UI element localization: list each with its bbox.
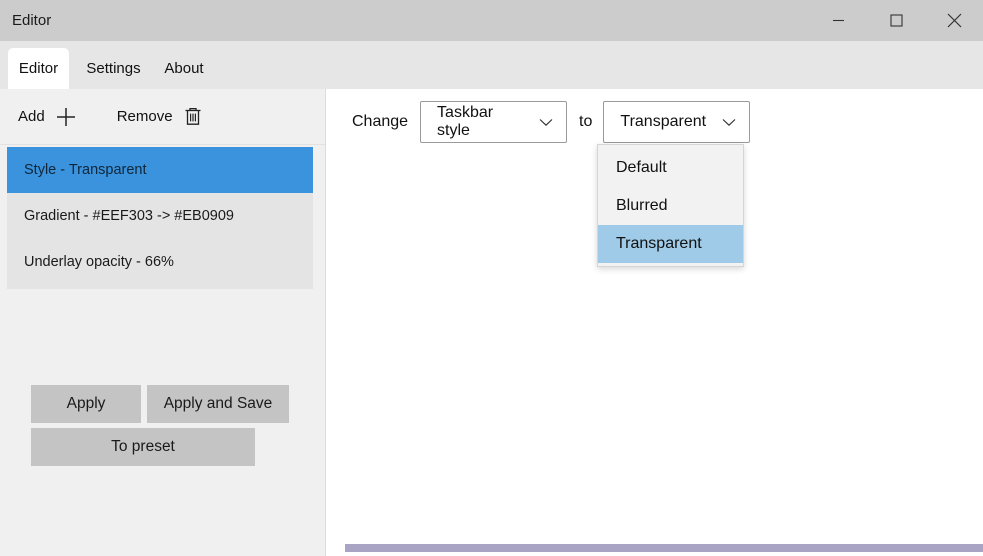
dropdown-option-blurred[interactable]: Blurred <box>598 187 743 225</box>
list-item[interactable]: Underlay opacity - 66% <box>7 239 313 285</box>
tab-settings[interactable]: Settings <box>77 48 150 89</box>
apply-and-save-button[interactable]: Apply and Save <box>147 385 289 423</box>
dropdown-option-label: Blurred <box>616 197 668 215</box>
main-content: Change Taskbar style to Transparent Defa… <box>327 89 983 556</box>
chevron-down-icon <box>539 118 553 127</box>
apply-button[interactable]: Apply <box>31 385 141 423</box>
style-list: Style - Transparent Gradient - #EEF303 -… <box>7 147 313 289</box>
maximize-icon <box>890 14 903 27</box>
tab-settings-label: Settings <box>86 60 140 77</box>
change-label: Change <box>352 113 408 131</box>
close-icon <box>947 13 962 28</box>
remove-button-label: Remove <box>117 108 173 125</box>
horizontal-scrollbar[interactable] <box>345 541 983 553</box>
dropdown-option-label: Default <box>616 159 667 177</box>
plus-icon <box>55 106 77 128</box>
to-label: to <box>579 113 592 131</box>
taskbar-style-combobox[interactable]: Taskbar style <box>420 101 567 143</box>
tab-editor[interactable]: Editor <box>8 48 69 89</box>
list-item-label: Underlay opacity - 66% <box>24 254 174 270</box>
minimize-button[interactable] <box>809 0 867 41</box>
editor-window: Editor Editor Settings <box>0 0 983 556</box>
change-rule-row: Change Taskbar style to Transparent <box>352 101 750 143</box>
tab-about-label: About <box>164 60 203 77</box>
list-item[interactable]: Gradient - #EEF303 -> #EB0909 <box>7 193 313 239</box>
remove-button[interactable]: Remove <box>117 106 203 127</box>
preset-button-row: To preset <box>31 428 255 466</box>
window-controls <box>809 0 983 41</box>
sidebar-panel: Add Remove <box>0 89 326 556</box>
window-title: Editor <box>12 13 51 28</box>
title-bar: Editor <box>0 0 983 41</box>
dropdown-option-transparent[interactable]: Transparent <box>598 225 743 263</box>
to-preset-button[interactable]: To preset <box>31 428 255 466</box>
style-value-dropdown: Default Blurred Transparent <box>597 144 744 267</box>
sidebar-toolbar: Add Remove <box>0 89 325 145</box>
chevron-down-icon <box>722 118 736 127</box>
list-item-label: Style - Transparent <box>24 162 147 178</box>
style-value-combobox[interactable]: Transparent <box>603 101 750 143</box>
tab-editor-label: Editor <box>19 60 58 77</box>
taskbar-style-combobox-value: Taskbar style <box>437 104 529 140</box>
list-item-label: Gradient - #EEF303 -> #EB0909 <box>24 208 234 224</box>
list-item[interactable]: Style - Transparent <box>7 147 313 193</box>
tab-about[interactable]: About <box>155 48 213 89</box>
dropdown-option-label: Transparent <box>616 235 702 253</box>
add-button[interactable]: Add <box>18 106 77 128</box>
tab-bar: Editor Settings About <box>0 41 983 89</box>
add-button-label: Add <box>18 108 45 125</box>
minimize-icon <box>832 14 845 27</box>
horizontal-scrollbar-thumb[interactable] <box>345 544 983 552</box>
trash-icon <box>183 106 203 127</box>
style-value-combobox-value: Transparent <box>620 113 706 131</box>
dropdown-option-default[interactable]: Default <box>598 149 743 187</box>
close-button[interactable] <box>925 0 983 41</box>
apply-button-row: Apply Apply and Save <box>31 385 289 423</box>
maximize-button[interactable] <box>867 0 925 41</box>
